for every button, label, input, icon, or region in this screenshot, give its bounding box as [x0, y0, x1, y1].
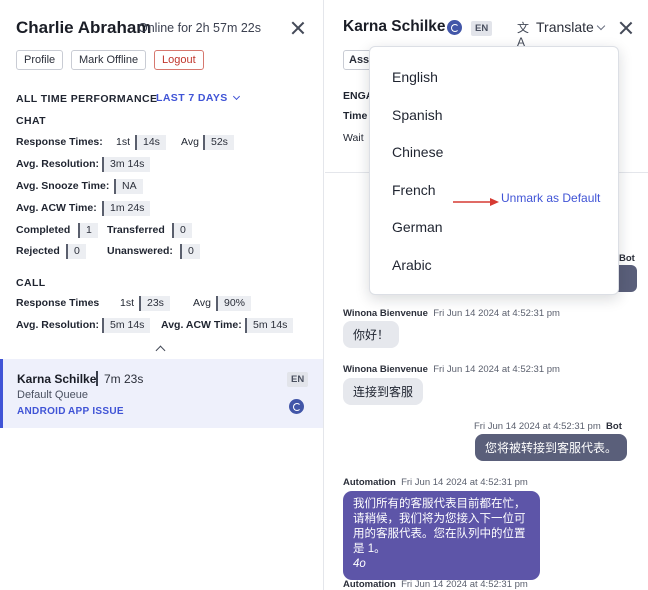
whatsapp-icon: [447, 20, 462, 35]
conversation-queue: Default Queue: [17, 389, 88, 401]
period-label: LAST 7 DAYS: [156, 92, 228, 104]
mark-offline-button[interactable]: Mark Offline: [71, 50, 147, 70]
chat-avg-acw-label: Avg. ACW Time:: [16, 202, 97, 214]
message-sender: Automation: [343, 579, 396, 590]
conversation-time: 7m 23s: [104, 372, 144, 386]
call-avg-value: 90%: [216, 296, 252, 311]
message-time: Fri Jun 14 2024 at 4:52:31 pm: [433, 364, 560, 375]
chevron-down-icon[interactable]: [596, 21, 606, 31]
call-avg-label: Avg: [193, 297, 211, 309]
translate-icon: 文A: [517, 21, 530, 49]
chat-rejected-value: 0: [66, 244, 86, 259]
collapse-chevron-up-icon[interactable]: [155, 345, 166, 356]
chat-heading: CHAT: [16, 115, 46, 127]
message-header: Automation Fri Jun 14 2024 at 4:52:31 pm: [343, 477, 528, 488]
times-label: Time: [343, 110, 368, 122]
call-avg-resolution-label: Avg. Resolution:: [16, 319, 100, 331]
chat-first-label: 1st: [116, 136, 131, 148]
chat-transferred-label: Transferred: [107, 224, 165, 236]
tag-app-issue[interactable]: APP ISSUE: [68, 406, 124, 417]
language-option-french[interactable]: French: [392, 182, 436, 198]
conversation-customer-name: Karna Schilke: [17, 372, 97, 386]
call-avg-acw-value: 5m 14s: [245, 318, 294, 333]
chat-avg-snooze-label: Avg. Snooze Time:: [16, 180, 110, 192]
call-first-label: 1st: [120, 297, 135, 309]
chat-avg-label: Avg: [181, 136, 199, 148]
unmark-default-link[interactable]: Unmark as Default: [501, 191, 600, 205]
chat-avg-resolution-label: Avg. Resolution:: [16, 158, 100, 170]
chat-avg-resolution-value: 3m 14s: [102, 157, 151, 172]
message-header: Winona Bienvenue Fri Jun 14 2024 at 4:52…: [343, 308, 560, 319]
profile-button[interactable]: Profile: [16, 50, 64, 70]
call-avg-acw-label: Avg. ACW Time:: [161, 319, 242, 331]
language-dropdown: English Spanish Chinese French German Ar…: [369, 46, 619, 295]
wait-label: Wait: [343, 132, 364, 144]
chat-unanswered-label: Unanswered:: [107, 245, 173, 257]
message-bubble: 连接到客服: [343, 378, 424, 405]
message-text-tail: 4o: [353, 558, 366, 570]
call-heading: CALL: [16, 277, 46, 289]
divider: [96, 371, 98, 386]
chat-avg-snooze-value: NA: [114, 179, 143, 194]
message-bubble: 您将被转接到客服代表。: [475, 434, 628, 461]
chat-first-value: 14s: [135, 135, 166, 150]
close-agent-panel-icon[interactable]: [291, 21, 305, 35]
language-option-spanish[interactable]: Spanish: [392, 107, 443, 123]
chat-transferred-value: 0: [172, 223, 192, 238]
customer-name: Karna Schilke: [343, 18, 446, 35]
language-option-german[interactable]: German: [392, 219, 443, 235]
message-time: Fri Jun 14 2024 at 4:52:31 pm: [401, 579, 528, 590]
message-time: Fri Jun 14 2024 at 4:52:31 pm: [401, 477, 528, 488]
chevron-down-icon: [232, 92, 240, 101]
message-bubble: 我们所有的客服代表目前都在忙，请稍候，我们将为您接入下一位可用的客服代表。您在队…: [343, 491, 540, 580]
language-option-english[interactable]: English: [392, 69, 438, 85]
close-chat-icon[interactable]: [619, 21, 633, 35]
tag-android[interactable]: ANDROID: [17, 406, 66, 417]
arrow-right-icon: [453, 198, 499, 206]
chat-avg-value: 52s: [203, 135, 234, 150]
message-header: Fri Jun 14 2024 at 4:52:31 pm Bot: [474, 421, 622, 432]
message-sender: Winona Bienvenue: [343, 364, 428, 375]
agent-status: Online for 2h 57m 22s: [138, 21, 261, 35]
chat-rejected-label: Rejected: [16, 245, 60, 257]
chat-response-times-label: Response Times:: [16, 136, 103, 148]
chat-completed-label: Completed: [16, 224, 71, 236]
agent-name: Charlie Abraham: [16, 18, 152, 37]
chat-completed-value: 1: [78, 223, 98, 238]
message-text: 我们所有的客服代表目前都在忙，请稍候，我们将为您接入下一位可用的客服代表。您在队…: [353, 498, 526, 555]
whatsapp-icon: [289, 399, 304, 414]
language-option-arabic[interactable]: Arabic: [392, 257, 432, 273]
message-sender: Automation: [343, 477, 396, 488]
message-time: Fri Jun 14 2024 at 4:52:31 pm: [474, 421, 601, 432]
call-response-times-label: Response Times: [16, 297, 100, 309]
message-sender: Bot: [606, 421, 622, 432]
language-option-chinese[interactable]: Chinese: [392, 144, 443, 160]
conversation-lang-badge: EN: [287, 372, 309, 387]
message-header: Winona Bienvenue Fri Jun 14 2024 at 4:52…: [343, 364, 560, 375]
performance-heading: ALL TIME PERFORMANCE: [16, 93, 158, 105]
chat-unanswered-value: 0: [180, 244, 200, 259]
message-time: Fri Jun 14 2024 at 4:52:31 pm: [433, 308, 560, 319]
message-header: Automation Fri Jun 14 2024 at 4:52:31 pm: [343, 579, 528, 590]
call-avg-resolution-value: 5m 14s: [102, 318, 151, 333]
period-selector[interactable]: LAST 7 DAYS: [156, 92, 240, 104]
chat-avg-acw-value: 1m 24s: [102, 201, 151, 216]
translate-dropdown[interactable]: Translate: [536, 19, 594, 35]
conversation-card[interactable]: Karna Schilke 7m 23s Default Queue ANDRO…: [0, 359, 323, 428]
logout-button[interactable]: Logout: [154, 50, 204, 70]
call-first-value: 23s: [139, 296, 170, 311]
customer-lang-badge: EN: [471, 21, 493, 36]
agent-panel: Charlie Abraham Online for 2h 57m 22s Pr…: [0, 0, 324, 590]
message-bubble: 你好！: [343, 321, 400, 348]
message-sender: Winona Bienvenue: [343, 308, 428, 319]
message-sender: Bot: [619, 253, 635, 264]
